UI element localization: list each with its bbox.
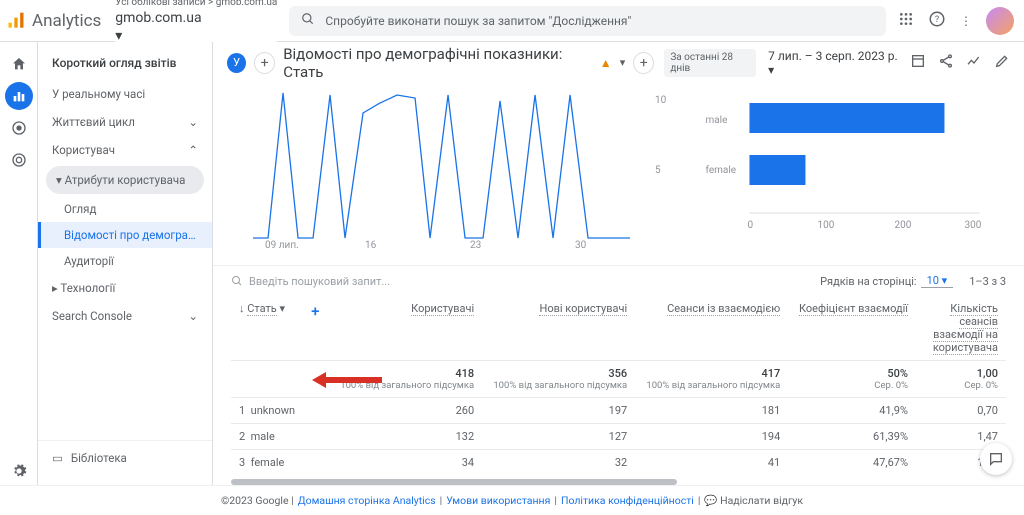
col-users[interactable]: Користувачі xyxy=(411,302,474,316)
sidebar-item-user[interactable]: Користувач⌃ xyxy=(38,136,212,164)
search-placeholder: Спробуйте виконати пошук за запитом "Дос… xyxy=(325,14,631,28)
customize-icon[interactable] xyxy=(910,53,926,72)
rail-settings[interactable] xyxy=(5,457,33,485)
warning-icon[interactable]: ▲ xyxy=(600,56,612,70)
sidebar-library[interactable]: ▭ Бібліотека xyxy=(38,440,212,475)
sidebar: Короткий огляд звітів У реальному часі Ж… xyxy=(38,42,213,485)
sidebar-item-technology[interactable]: ▸ Технології xyxy=(38,274,212,302)
segment-badge[interactable]: У xyxy=(227,53,246,73)
col-dimension[interactable]: Стать xyxy=(247,302,277,316)
search-icon xyxy=(231,275,243,287)
col-new-users[interactable]: Нові користувачі xyxy=(539,302,627,316)
nav-rail xyxy=(0,42,38,485)
analytics-icon xyxy=(6,11,26,31)
footer-feedback[interactable]: 💬 Надіслати відгук xyxy=(704,494,803,507)
period-label: За останні 28 днів xyxy=(664,49,756,77)
sidebar-item-realtime[interactable]: У реальному часі xyxy=(38,80,212,108)
apps-icon[interactable] xyxy=(898,11,914,30)
line-chart: 10 5 09 лип. 16 23 30 xyxy=(231,83,669,253)
rows-per-page-select[interactable]: 10 ▾ xyxy=(921,274,954,288)
sidebar-item-search-console[interactable]: Search Console⌄ xyxy=(38,302,212,330)
chevron-down-icon[interactable]: ▾ xyxy=(620,56,626,69)
table-row[interactable]: 2 male 13212719461,39%1,47 xyxy=(231,424,1006,450)
svg-text:?: ? xyxy=(935,15,939,25)
menu-kebab-icon[interactable]: ⋮ xyxy=(960,14,972,28)
add-dimension-button[interactable]: + xyxy=(311,302,319,320)
svg-text:male: male xyxy=(706,115,728,126)
chat-icon xyxy=(988,451,1004,467)
rows-per-page-label: Рядків на сторінці: xyxy=(820,275,916,288)
sidebar-sub-demographics[interactable]: Відомості про демографіч... xyxy=(38,222,212,248)
chevron-up-icon: ⌃ xyxy=(188,143,198,157)
sidebar-sub-overview[interactable]: Огляд xyxy=(38,196,212,222)
table-controls: Введіть пошуковий запит... Рядків на сто… xyxy=(213,266,1024,296)
add-dimension-button[interactable]: + xyxy=(633,52,654,74)
svg-text:200: 200 xyxy=(895,220,912,231)
svg-text:female: female xyxy=(706,164,737,176)
annotation-arrow xyxy=(312,369,382,391)
feedback-chat-button[interactable] xyxy=(980,443,1012,475)
sidebar-title: Короткий огляд звітів xyxy=(38,52,212,80)
sidebar-sub-audiences[interactable]: Аудиторії xyxy=(38,248,212,274)
main-content: У + Відомості про демографічні показники… xyxy=(213,42,1024,485)
svg-text:300: 300 xyxy=(965,220,982,231)
analytics-logo[interactable]: Analytics xyxy=(6,11,101,31)
sidebar-item-user-attributes[interactable]: ▾ Атрибути користувача xyxy=(46,166,204,194)
table-row[interactable]: 3 female 34324147,67%1,21 xyxy=(231,450,1006,476)
library-icon: ▭ xyxy=(52,451,63,465)
svg-text:16: 16 xyxy=(365,240,377,251)
search-icon xyxy=(301,12,315,29)
pager-range: 1–3 з 3 xyxy=(969,275,1006,288)
insights-icon[interactable] xyxy=(966,53,982,72)
rail-home[interactable] xyxy=(5,50,33,78)
add-segment-button[interactable]: + xyxy=(254,52,275,74)
col-engaged-sessions[interactable]: Сеанси із взаємодією xyxy=(667,302,780,316)
edit-icon[interactable] xyxy=(994,53,1010,72)
rail-advertising[interactable] xyxy=(5,146,33,174)
sort-arrow-icon[interactable]: ↓ xyxy=(239,302,245,315)
table-row[interactable]: 1 unknown 26019718141,9%0,70 xyxy=(231,398,1006,424)
report-title: Відомості про демографічні показники: Ст… xyxy=(283,45,592,81)
property-switcher[interactable]: Усі облікові записи > gmob.com.ua gmob.c… xyxy=(115,0,277,45)
breadcrumb-top: Усі облікові записи > gmob.com.ua xyxy=(115,0,277,9)
help-icon[interactable]: ? xyxy=(928,10,946,31)
svg-text:23: 23 xyxy=(470,240,481,251)
col-sessions-per-user[interactable]: Кількість сеансів взаємодії на користува… xyxy=(933,302,998,355)
top-actions: ? ⋮ xyxy=(898,7,1014,35)
svg-text:09 лип.: 09 лип. xyxy=(265,240,299,251)
rail-reports[interactable] xyxy=(5,82,33,110)
svg-text:30: 30 xyxy=(575,240,587,251)
avatar[interactable] xyxy=(986,7,1014,35)
report-header: У + Відомості про демографічні показники… xyxy=(213,42,1024,83)
rail-explore[interactable] xyxy=(5,114,33,142)
share-icon[interactable] xyxy=(938,53,954,72)
footer-link-privacy[interactable]: Політика конфіденційності xyxy=(561,494,694,507)
sidebar-item-lifecycle[interactable]: Життєвий цикл⌄ xyxy=(38,108,212,136)
svg-text:0: 0 xyxy=(748,220,754,231)
breadcrumb-main: gmob.com.ua xyxy=(115,9,277,27)
footer-link-home[interactable]: Домашня сторінка Analytics xyxy=(298,494,436,507)
chevron-down-icon: ⌄ xyxy=(188,309,198,323)
svg-text:100: 100 xyxy=(818,220,835,231)
svg-text:5: 5 xyxy=(655,165,661,176)
product-name: Analytics xyxy=(32,11,101,31)
date-range-picker[interactable]: 7 лип. – 3 серп. 2023 р. ▾ xyxy=(768,49,898,77)
svg-text:10: 10 xyxy=(655,95,667,106)
horizontal-scrollbar[interactable] xyxy=(231,479,677,485)
chevron-down-icon: ⌄ xyxy=(188,115,198,129)
footer: ©2023 Google | Домашня сторінка Analytic… xyxy=(0,485,1024,515)
bar-chart: male female 0 100 200 300 xyxy=(693,83,1006,253)
charts-row: 10 5 09 лип. 16 23 30 male female 0 xyxy=(213,83,1024,266)
top-bar: Analytics Усі облікові записи > gmob.com… xyxy=(0,0,1024,42)
search-input[interactable]: Спробуйте виконати пошук за запитом "Дос… xyxy=(289,6,886,36)
table-search-input[interactable]: Введіть пошуковий запит... xyxy=(231,275,810,288)
footer-link-terms[interactable]: Умови використання xyxy=(446,494,550,507)
col-engagement-rate[interactable]: Коефіцієнт взаємодії xyxy=(799,302,908,316)
